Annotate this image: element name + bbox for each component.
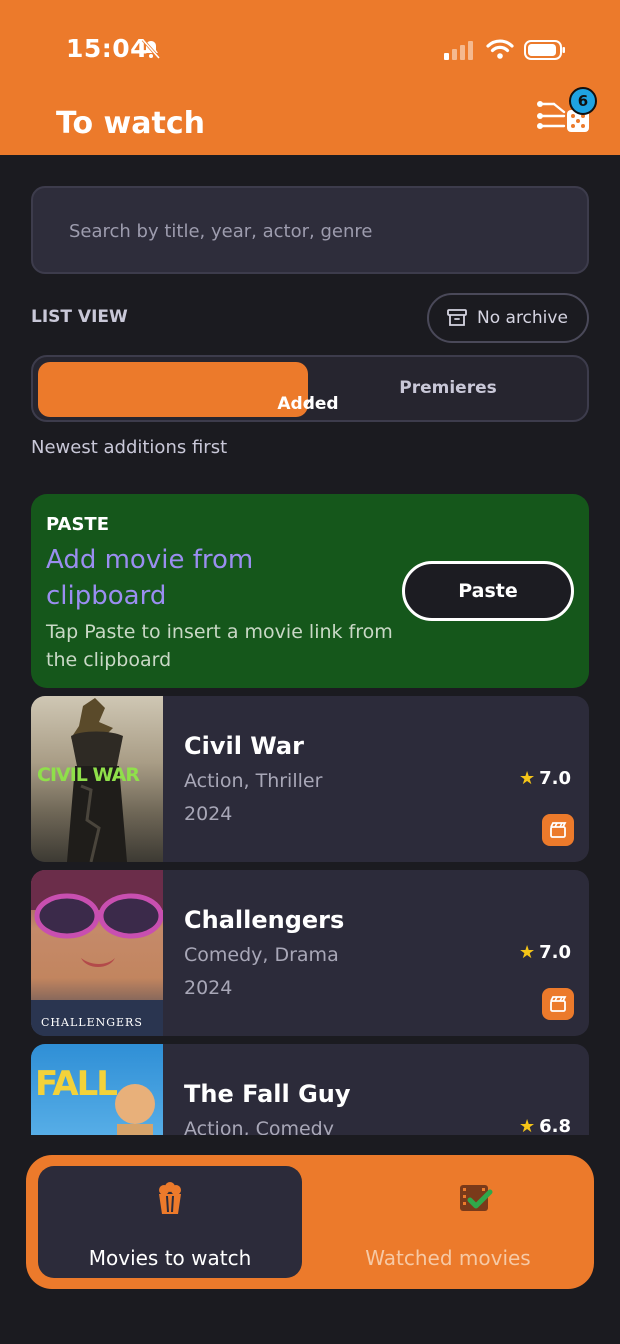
movie-year: 2024 bbox=[184, 803, 233, 825]
movie-card[interactable]: CIVIL WAR Civil War Action, Thriller 202… bbox=[31, 696, 589, 862]
movie-title: Challengers bbox=[184, 906, 345, 934]
bell-muted-icon bbox=[141, 39, 161, 59]
star-icon: ★ bbox=[518, 942, 536, 963]
movie-title: Civil War bbox=[184, 732, 304, 760]
page-title: To watch bbox=[56, 106, 205, 141]
movie-genres: Action, Thriller bbox=[184, 770, 323, 792]
star-icon: ★ bbox=[518, 1116, 536, 1137]
popcorn-icon bbox=[159, 1182, 181, 1214]
wifi-icon bbox=[486, 39, 514, 59]
battery-icon bbox=[524, 40, 565, 60]
paste-card-title: Add movie from clipboard bbox=[46, 545, 254, 611]
paste-card-label: PASTE bbox=[46, 514, 110, 535]
movie-genres: Comedy, Drama bbox=[184, 944, 339, 966]
movie-rating: ★ 7.0 bbox=[518, 942, 571, 963]
bottom-navigation: Movies to watch Watched movies bbox=[26, 1155, 594, 1289]
nav-watched-movies[interactable]: Watched movies bbox=[310, 1166, 586, 1278]
tab-premieres[interactable]: Premieres bbox=[313, 362, 583, 417]
film-check-icon bbox=[460, 1185, 493, 1211]
app-header: 15:04 To watch 6 bbox=[0, 0, 620, 155]
paste-button[interactable]: Paste bbox=[402, 561, 574, 621]
movie-year: 2024 bbox=[184, 977, 233, 999]
sort-hint: Newest additions first bbox=[31, 437, 228, 458]
archive-box-icon bbox=[447, 309, 467, 326]
cellular-signal-icon bbox=[444, 41, 473, 60]
archive-filter-label: No archive bbox=[477, 308, 568, 328]
clapperboard-button[interactable] bbox=[542, 988, 574, 1020]
poster-title: CIVIL WAR bbox=[37, 764, 140, 786]
search-input[interactable]: Search by title, year, actor, genre bbox=[31, 186, 589, 274]
clapperboard-button[interactable] bbox=[542, 814, 574, 846]
paste-button-label: Paste bbox=[458, 580, 518, 602]
movie-card[interactable]: CHALLENGERS Challengers Comedy, Drama 20… bbox=[31, 870, 589, 1036]
list-view-label: LIST VIEW bbox=[31, 307, 128, 327]
movie-poster: CIVIL WAR bbox=[31, 696, 163, 862]
movie-poster: CHALLENGERS bbox=[31, 870, 163, 1036]
tab-added[interactable]: ✓ Added bbox=[38, 362, 339, 417]
status-time: 15:04 bbox=[66, 34, 149, 63]
tab-premieres-label: Premieres bbox=[399, 378, 497, 398]
nav-movies-to-watch-label: Movies to watch bbox=[88, 1246, 252, 1270]
clapperboard-icon bbox=[550, 996, 567, 1012]
archive-filter-button[interactable]: No archive bbox=[427, 293, 589, 343]
nav-watched-movies-label: Watched movies bbox=[365, 1246, 531, 1270]
sort-segmented-control: ✓ Added Premieres bbox=[31, 355, 589, 422]
poster-title: CHALLENGERS bbox=[41, 1016, 143, 1029]
movie-title: The Fall Guy bbox=[184, 1080, 351, 1108]
movie-rating: ★ 7.0 bbox=[518, 768, 571, 789]
movie-rating: ★ 6.8 bbox=[518, 1116, 571, 1137]
paste-card: PASTE Add movie from clipboard Tap Paste… bbox=[31, 494, 589, 688]
poster-title: FALL bbox=[35, 1064, 118, 1104]
filter-count-badge: 6 bbox=[569, 87, 597, 115]
star-icon: ★ bbox=[518, 768, 536, 789]
clapperboard-icon bbox=[550, 822, 567, 838]
paste-card-description: Tap Paste to insert a movie link from th… bbox=[46, 621, 393, 671]
search-placeholder: Search by title, year, actor, genre bbox=[69, 221, 373, 242]
nav-movies-to-watch[interactable]: Movies to watch bbox=[38, 1166, 302, 1278]
